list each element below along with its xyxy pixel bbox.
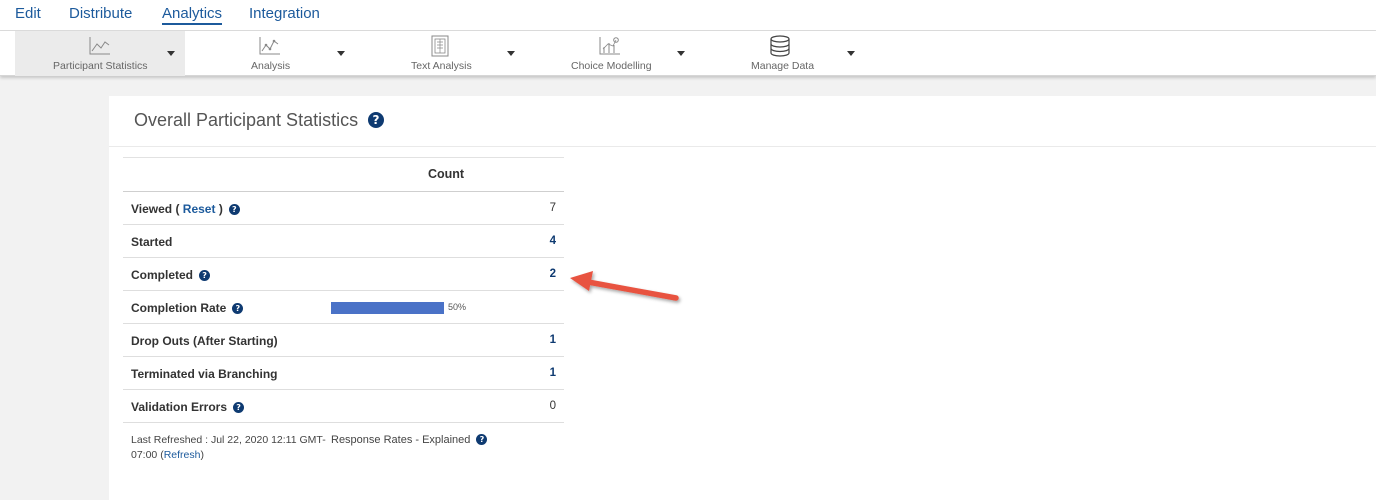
help-icon[interactable]: ? xyxy=(232,303,244,314)
annotation-arrow-icon xyxy=(570,271,679,301)
row-value-link[interactable]: 2 xyxy=(550,268,556,280)
row-value: 7 xyxy=(549,202,556,214)
ribbon-choice-modelling[interactable]: Choice Modelling xyxy=(560,31,660,76)
row-label-completed: Completed? xyxy=(131,268,211,282)
database-icon xyxy=(770,35,790,57)
row-label-validation-errors: Validation Errors? xyxy=(131,400,245,414)
page-title: Overall Participant Statistics xyxy=(134,110,359,130)
row-value: 0 xyxy=(549,400,556,412)
refresh-link[interactable]: Refresh xyxy=(164,449,201,461)
ribbon-label: Manage Data xyxy=(751,60,815,72)
scatter-chart-icon xyxy=(259,37,280,55)
response-rates-explained[interactable]: Response Rates - Explained? xyxy=(331,434,488,446)
ribbon-analysis[interactable]: Analysis xyxy=(230,31,310,76)
row-label-drop-outs: Drop Outs (After Starting) xyxy=(131,334,278,348)
row-value-link[interactable]: 1 xyxy=(550,334,556,346)
table-row: Viewed ( Reset )? 7 xyxy=(123,192,564,225)
completion-progress-bar xyxy=(331,302,444,314)
analytics-ribbon: Participant Statistics Analysis Text Ana… xyxy=(0,31,1376,76)
ribbon-label: Text Analysis xyxy=(411,60,472,72)
chevron-down-icon[interactable] xyxy=(507,51,515,56)
progress-fill xyxy=(331,302,444,314)
row-label-completion-rate: Completion Rate? xyxy=(131,301,244,315)
ribbon-label: Choice Modelling xyxy=(571,60,652,72)
chevron-down-icon[interactable] xyxy=(847,51,855,56)
help-icon[interactable]: ? xyxy=(368,112,384,128)
stats-table: Count Viewed ( Reset )? 7 Started 4 Comp… xyxy=(123,157,564,423)
choice-chart-icon xyxy=(599,37,620,55)
tab-edit[interactable]: Edit xyxy=(15,5,41,22)
last-refreshed-note: Last Refreshed : Jul 22, 2020 12:11 GMT-… xyxy=(131,434,326,461)
tab-integration[interactable]: Integration xyxy=(249,5,320,22)
chevron-down-icon[interactable] xyxy=(167,51,175,56)
chevron-down-icon[interactable] xyxy=(337,51,345,56)
table-row: Completion Rate? 50% xyxy=(123,291,564,324)
help-icon[interactable]: ? xyxy=(228,204,240,215)
ribbon-participant-statistics[interactable]: Participant Statistics xyxy=(15,31,185,76)
row-label-started: Started xyxy=(131,235,173,249)
help-icon[interactable]: ? xyxy=(476,434,488,445)
ribbon-text-analysis[interactable]: Text Analysis xyxy=(400,31,480,76)
table-row: Terminated via Branching 1 xyxy=(123,357,564,390)
help-icon[interactable]: ? xyxy=(199,270,211,281)
line-chart-icon xyxy=(89,37,110,55)
table-row: Started 4 xyxy=(123,225,564,258)
row-label-viewed: Viewed ( Reset )? xyxy=(131,202,240,216)
top-nav: Edit Distribute Analytics Integration xyxy=(0,0,1376,31)
document-icon xyxy=(431,35,449,57)
row-value-link[interactable]: 4 xyxy=(550,235,556,247)
tab-analytics[interactable]: Analytics xyxy=(162,5,223,25)
table-header: Count xyxy=(123,157,564,192)
ribbon-label: Participant Statistics xyxy=(53,60,148,72)
row-label-terminated: Terminated via Branching xyxy=(131,367,278,381)
tab-distribute[interactable]: Distribute xyxy=(69,5,132,22)
reset-link[interactable]: Reset xyxy=(183,202,216,216)
divider xyxy=(109,146,1376,147)
row-value-link[interactable]: 1 xyxy=(550,367,556,379)
table-row: Completed? 2 xyxy=(123,258,564,291)
table-row: Validation Errors? 0 xyxy=(123,390,564,423)
table-row: Drop Outs (After Starting) 1 xyxy=(123,324,564,357)
chevron-down-icon[interactable] xyxy=(677,51,685,56)
participant-statistics-panel: Overall Participant Statistics ? Count V… xyxy=(109,96,1376,500)
ribbon-label: Analysis xyxy=(251,60,291,72)
progress-percent: 50% xyxy=(448,302,467,312)
help-icon[interactable]: ? xyxy=(233,402,245,413)
column-header-count: Count xyxy=(428,167,465,181)
ribbon-manage-data[interactable]: Manage Data xyxy=(740,31,830,76)
